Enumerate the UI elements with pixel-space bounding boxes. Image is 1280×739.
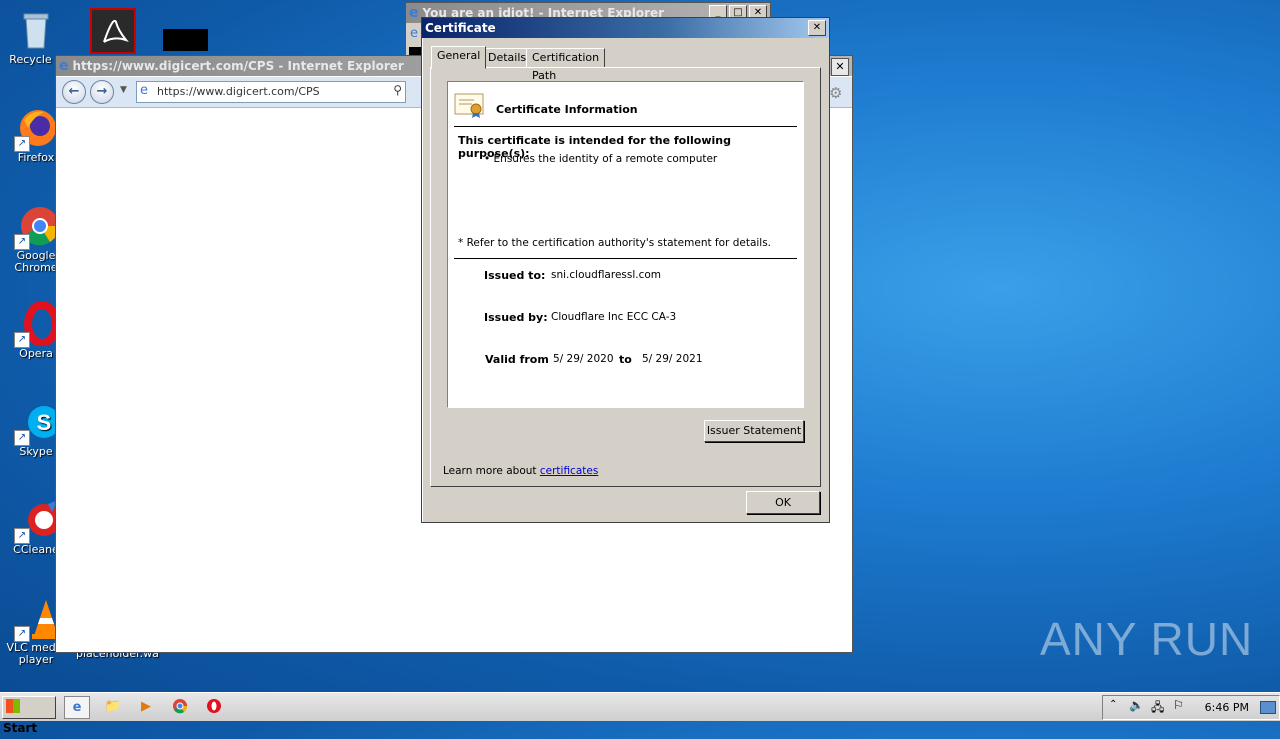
recent-pages-dropdown-icon[interactable]: ▼ bbox=[120, 85, 127, 95]
system-tray: ⌃ 🔈 🖧 ⚐ 6:46 PM bbox=[1102, 695, 1280, 720]
ie-page-icon: e bbox=[140, 83, 148, 98]
action-center-flag-icon[interactable]: ⚐ bbox=[1173, 698, 1184, 712]
chrome-icon: ↗ bbox=[14, 204, 59, 250]
taskbar-explorer-icon[interactable]: 📁 bbox=[101, 696, 125, 717]
issued-to-value: sni.cloudflaressl.com bbox=[551, 269, 662, 281]
issued-by-label: Issued by: bbox=[484, 311, 548, 324]
address-bar-url: https://www.digicert.com/CPS bbox=[157, 85, 320, 98]
shortcut-arrow-icon: ↗ bbox=[14, 528, 30, 544]
opera-icon: ↗ bbox=[14, 301, 60, 348]
clock[interactable]: 6:46 PM bbox=[1205, 701, 1249, 714]
address-bar[interactable]: e https://www.digicert.com/CPS ⚲ bbox=[136, 81, 406, 103]
vlc-cone-icon: ↗ bbox=[14, 596, 60, 642]
certificates-link[interactable]: certificates bbox=[540, 465, 598, 477]
purpose-item: • Ensures the identity of a remote compu… bbox=[484, 153, 718, 165]
issuer-statement-button[interactable]: Issuer Statement bbox=[704, 420, 804, 442]
shortcut-arrow-icon: ↗ bbox=[14, 234, 30, 250]
refer-note: * Refer to the certification authority's… bbox=[458, 237, 772, 249]
ok-button[interactable]: OK bbox=[746, 491, 820, 514]
certificate-title: Certificate bbox=[425, 21, 496, 35]
taskbar-opera-icon[interactable] bbox=[202, 696, 226, 717]
valid-to-label: to bbox=[619, 353, 632, 366]
tab-certification-path[interactable]: Certification Path bbox=[526, 48, 606, 82]
general-tab-panel: Certificate Information This certificate… bbox=[430, 67, 821, 487]
black-file-icon[interactable] bbox=[163, 29, 208, 51]
certificate-icon bbox=[454, 91, 486, 122]
recycle-bin-icon bbox=[14, 8, 58, 52]
search-icon[interactable]: ⚲ bbox=[393, 83, 402, 97]
ie-logo-icon: e bbox=[410, 26, 418, 41]
gear-icon[interactable]: ⚙ bbox=[829, 84, 842, 102]
certificate-info-box: Certificate Information This certificate… bbox=[447, 81, 804, 408]
start-button[interactable]: Start bbox=[2, 696, 56, 735]
certificate-info-heading: Certificate Information bbox=[496, 103, 638, 116]
valid-to-value: 5/ 29/ 2021 bbox=[642, 353, 703, 365]
show-desktop-icon[interactable] bbox=[1260, 701, 1276, 714]
svg-text:S: S bbox=[37, 410, 52, 435]
taskbar-chrome-icon[interactable] bbox=[168, 696, 192, 717]
shortcut-arrow-icon: ↗ bbox=[14, 332, 30, 348]
divider bbox=[454, 258, 797, 259]
taskbar-ie-icon[interactable]: e bbox=[64, 696, 90, 719]
forward-button[interactable]: → bbox=[90, 80, 114, 104]
tab-details[interactable]: Details bbox=[482, 48, 533, 68]
certificate-titlebar[interactable]: Certificate ✕ bbox=[422, 18, 829, 38]
shortcut-arrow-icon: ↗ bbox=[14, 136, 30, 152]
divider bbox=[454, 126, 797, 127]
skype-icon: S ↗ bbox=[14, 400, 60, 446]
ie-logo-icon: e bbox=[409, 5, 419, 21]
taskbar-media-player-icon[interactable]: ▶ bbox=[134, 696, 158, 717]
firefox-icon: ↗ bbox=[14, 106, 58, 152]
anyrun-watermark: ANY RUN bbox=[1040, 613, 1254, 665]
tab-general[interactable]: General bbox=[431, 46, 487, 69]
valid-from-value: 5/ 29/ 2020 bbox=[553, 353, 614, 365]
show-hidden-icons-icon[interactable]: ⌃ bbox=[1109, 699, 1117, 710]
ie-logo-icon: e bbox=[59, 58, 69, 74]
learn-more-text: Learn more about certificates bbox=[443, 465, 598, 477]
network-icon[interactable]: 🖧 bbox=[1151, 698, 1164, 719]
ccleaner-icon: ↗ bbox=[14, 498, 60, 544]
issued-by-value: Cloudflare Inc ECC CA-3 bbox=[551, 311, 677, 323]
learn-more-prefix: Learn more about bbox=[443, 465, 540, 477]
close-button[interactable]: ✕ bbox=[831, 58, 849, 76]
windows-logo-icon bbox=[6, 699, 20, 713]
certificate-dialog[interactable]: Certificate ✕ General Details Certificat… bbox=[421, 17, 830, 523]
close-button[interactable]: ✕ bbox=[808, 20, 826, 36]
adobe-reader-icon[interactable] bbox=[90, 8, 136, 54]
taskbar: Start e 📁 ▶ ⌃ 🔈 🖧 ⚐ 6:46 PM bbox=[0, 692, 1280, 735]
volume-icon[interactable]: 🔈 bbox=[1129, 698, 1144, 712]
start-label: Start bbox=[3, 721, 38, 735]
shortcut-arrow-icon: ↗ bbox=[14, 430, 30, 446]
shortcut-arrow-icon: ↗ bbox=[14, 626, 30, 642]
back-button[interactable]: ← bbox=[62, 80, 86, 104]
issued-to-label: Issued to: bbox=[484, 269, 546, 282]
valid-from-label: Valid from bbox=[485, 353, 549, 366]
